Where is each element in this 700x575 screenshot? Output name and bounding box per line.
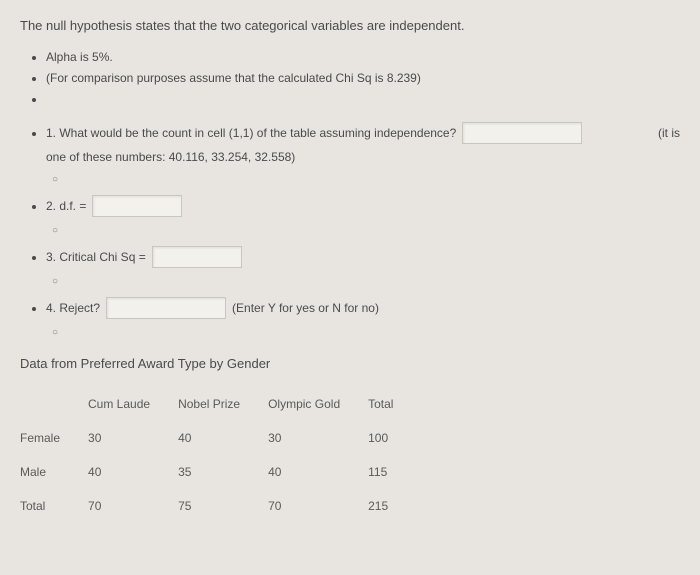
bullet-alpha: Alpha is 5%. bbox=[46, 48, 680, 66]
row-label: Total bbox=[20, 489, 88, 523]
spacer-circle-3: ○ bbox=[52, 274, 680, 289]
col-olympic: Olympic Gold bbox=[268, 387, 368, 421]
q2-input[interactable] bbox=[92, 195, 182, 217]
table-row: Total 70 75 70 215 bbox=[20, 489, 421, 523]
row-label: Male bbox=[20, 455, 88, 489]
q1-text: 1. What would be the count in cell (1,1)… bbox=[46, 124, 456, 142]
question-4: 4. Reject? (Enter Y for yes or N for no)… bbox=[46, 297, 680, 340]
q3-input[interactable] bbox=[152, 246, 242, 268]
question-2: 2. d.f. = ○ bbox=[46, 195, 680, 238]
cell: 30 bbox=[268, 421, 368, 455]
cell: 70 bbox=[88, 489, 178, 523]
bullet-chi: (For comparison purposes assume that the… bbox=[46, 69, 680, 87]
q4-hint: (Enter Y for yes or N for no) bbox=[232, 299, 379, 317]
context-list: Alpha is 5%. (For comparison purposes as… bbox=[20, 48, 680, 108]
cell: 35 bbox=[178, 455, 268, 489]
spacer-circle-4: ○ bbox=[52, 325, 680, 340]
spacer-circle-1: ○ bbox=[52, 172, 680, 187]
cell: 75 bbox=[178, 489, 268, 523]
intro-text: The null hypothesis states that the two … bbox=[20, 16, 680, 36]
question-3: 3. Critical Chi Sq = ○ bbox=[46, 246, 680, 289]
cell: 100 bbox=[368, 421, 421, 455]
bullet-empty bbox=[46, 90, 680, 108]
cell: 215 bbox=[368, 489, 421, 523]
col-blank bbox=[20, 387, 88, 421]
question-list: 1. What would be the count in cell (1,1)… bbox=[20, 122, 680, 340]
col-nobel: Nobel Prize bbox=[178, 387, 268, 421]
q1-input[interactable] bbox=[462, 122, 582, 144]
cell: 115 bbox=[368, 455, 421, 489]
question-1: 1. What would be the count in cell (1,1)… bbox=[46, 122, 680, 187]
table-row: Female 30 40 30 100 bbox=[20, 421, 421, 455]
q1-sub: one of these numbers: 40.116, 33.254, 32… bbox=[46, 148, 680, 166]
table-row: Male 40 35 40 115 bbox=[20, 455, 421, 489]
q1-trail: (it is bbox=[658, 124, 680, 142]
col-cumlaude: Cum Laude bbox=[88, 387, 178, 421]
cell: 40 bbox=[88, 455, 178, 489]
spacer-circle-2: ○ bbox=[52, 223, 680, 238]
cell: 70 bbox=[268, 489, 368, 523]
col-total: Total bbox=[368, 387, 421, 421]
cell: 40 bbox=[178, 421, 268, 455]
row-label: Female bbox=[20, 421, 88, 455]
q3-label: 3. Critical Chi Sq = bbox=[46, 248, 146, 266]
table-title: Data from Preferred Award Type by Gender bbox=[20, 354, 680, 374]
cell: 30 bbox=[88, 421, 178, 455]
q2-label: 2. d.f. = bbox=[46, 197, 86, 215]
data-table: Cum Laude Nobel Prize Olympic Gold Total… bbox=[20, 387, 421, 523]
q4-input[interactable] bbox=[106, 297, 226, 319]
q4-label: 4. Reject? bbox=[46, 299, 100, 317]
cell: 40 bbox=[268, 455, 368, 489]
table-header-row: Cum Laude Nobel Prize Olympic Gold Total bbox=[20, 387, 421, 421]
